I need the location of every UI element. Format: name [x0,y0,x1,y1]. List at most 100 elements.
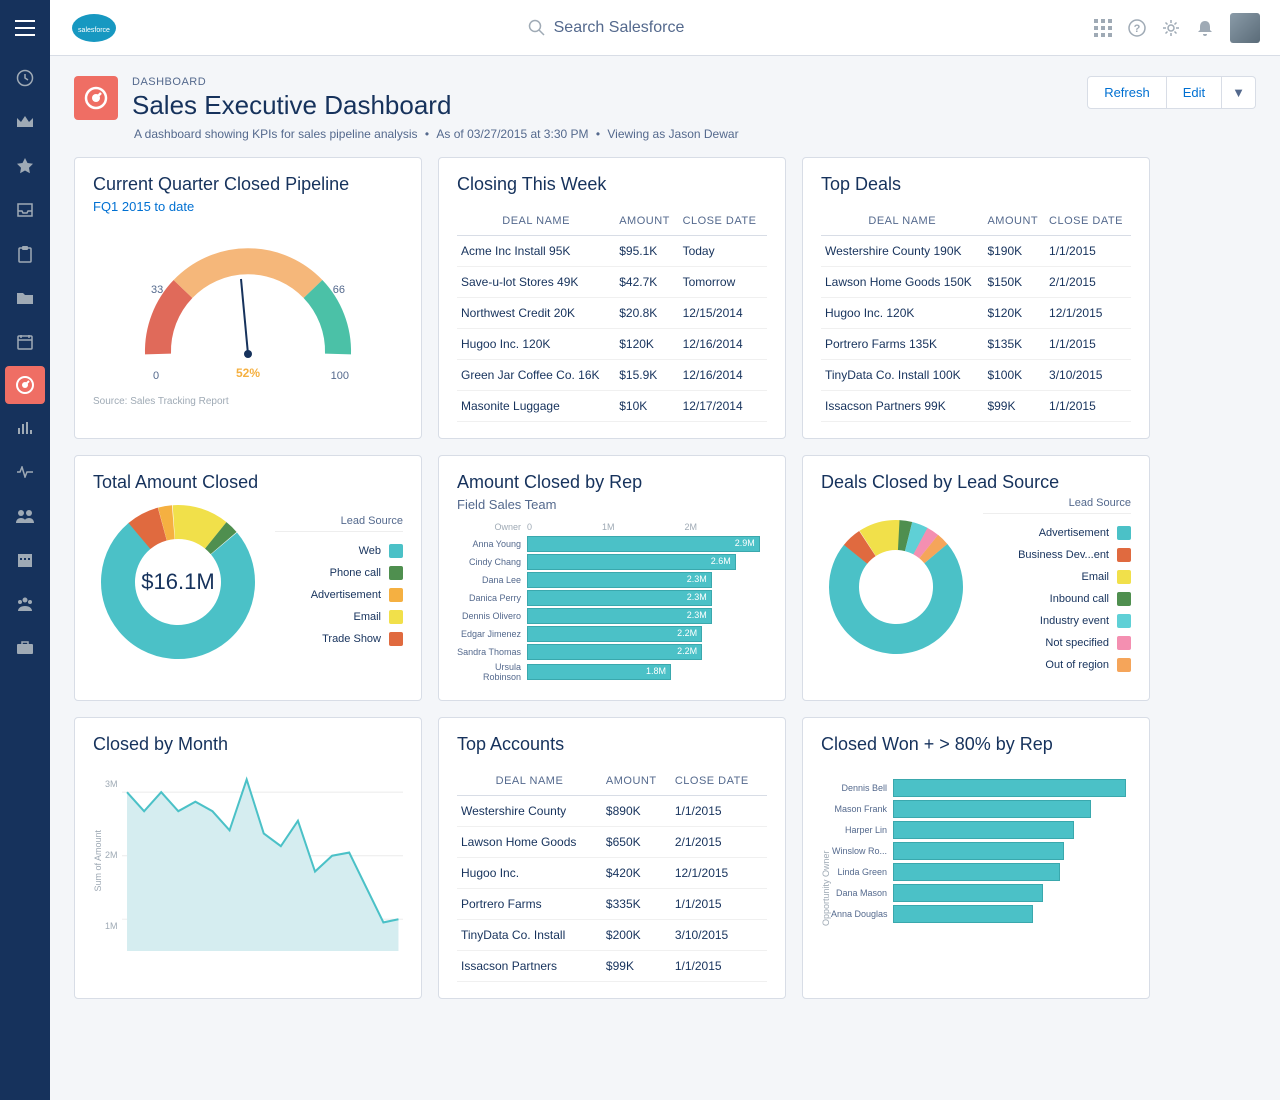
legend-item: Phone call [275,562,403,584]
bar-row: Danica Perry2.3M [457,590,767,606]
bar-row: Anna Douglas [831,905,1131,923]
line-chart: Sum of Amount 3M2M1M [93,771,403,951]
legend-item: Not specified [983,632,1131,654]
table-row[interactable]: Portrero Farms 135K$135K1/1/2015 [821,329,1131,360]
legend-item: Advertisement [983,522,1131,544]
search-input[interactable]: Search Salesforce [528,19,685,37]
donut-chart [821,512,971,662]
card-title: Total Amount Closed [93,472,403,493]
table-row[interactable]: Green Jar Coffee Co. 16K$15.9K12/16/2014 [457,360,767,391]
nav-group-icon[interactable] [0,582,50,626]
bar-row: Harper Lin [831,821,1131,839]
search-icon [528,19,546,37]
bar-row: Dana Mason [831,884,1131,902]
bar-row: Winslow Ro... [831,842,1131,860]
nav-people-icon[interactable] [0,494,50,538]
closing-week-table: DEAL NAME AMOUNT CLOSE DATE Acme Inc Ins… [457,205,767,422]
apps-icon[interactable] [1094,19,1112,37]
salesforce-logo[interactable]: salesforce [70,11,118,45]
table-row[interactable]: Issacson Partners 99K$99K1/1/2015 [821,391,1131,422]
page-label: DASHBOARD [132,76,1087,88]
table-row[interactable]: Hugoo Inc.$420K12/1/2015 [457,858,767,889]
bar-row: Dennis Bell [831,779,1131,797]
edit-button[interactable]: Edit [1167,76,1222,109]
bar-row: Anna Young2.9M [457,536,767,552]
nav-activity-icon[interactable] [0,450,50,494]
card-by-lead: Deals Closed by Lead Source [802,455,1150,701]
card-title: Amount Closed by Rep [457,472,767,493]
legend-item: Business Dev...ent [983,544,1131,566]
left-sidebar [0,0,50,1100]
more-button[interactable]: ▼ [1222,76,1256,109]
bar-row: Edgar Jimenez2.2M [457,626,767,642]
nav-folder-icon[interactable] [0,276,50,320]
card-by-month: Closed by Month Sum of Amount 3M2M1M [74,717,422,999]
table-row[interactable]: Masonite Luggage$10K12/17/2014 [457,391,767,422]
svg-text:salesforce: salesforce [78,27,110,34]
top-deals-table: DEAL NAME AMOUNT CLOSE DATE Westershire … [821,205,1131,422]
hbar-chart: Owner 01M2M Anna Young2.9MCindy Chang2.6… [457,522,767,682]
top-accounts-table: DEAL NAME AMOUNT CLOSE DATE Westershire … [457,765,767,982]
hbar-chart: Dennis Bell Mason Frank Harper Lin Winslow … [831,779,1131,926]
bell-icon[interactable] [1196,19,1214,37]
card-source: Source: Sales Tracking Report [93,396,403,407]
donut-center-value: $16.1M [141,569,214,595]
hamburger-icon[interactable] [0,0,50,56]
table-row[interactable]: Hugoo Inc. 120K$120K12/1/2015 [821,298,1131,329]
search-placeholder: Search Salesforce [554,19,685,37]
refresh-button[interactable]: Refresh [1087,76,1167,109]
table-row[interactable]: Westershire County$890K1/1/2015 [457,796,767,827]
table-row[interactable]: Lawson Home Goods$650K2/1/2015 [457,827,767,858]
card-title: Top Accounts [457,734,767,755]
table-row[interactable]: TinyData Co. Install$200K3/10/2015 [457,920,767,951]
table-row[interactable]: Northwest Credit 20K$20.8K12/15/2014 [457,298,767,329]
legend-item: Trade Show [275,628,403,650]
nav-clipboard-icon[interactable] [0,232,50,276]
card-closing-week: Closing This Week DEAL NAME AMOUNT CLOSE… [438,157,786,439]
card-subtitle: Field Sales Team [457,497,767,512]
card-top-accounts: Top Accounts DEAL NAME AMOUNT CLOSE DATE… [438,717,786,999]
legend-item: Web [275,540,403,562]
bar-row: Ursula Robinson1.8M [457,662,767,682]
nav-crown-icon[interactable] [0,100,50,144]
table-row[interactable]: Portrero Farms$335K1/1/2015 [457,889,767,920]
legend-item: Advertisement [275,584,403,606]
legend-item: Inbound call [983,588,1131,610]
nav-calendar-icon[interactable] [0,320,50,364]
table-row[interactable]: Lawson Home Goods 150K$150K2/1/2015 [821,267,1131,298]
table-row[interactable]: TinyData Co. Install 100K$100K3/10/2015 [821,360,1131,391]
card-title: Closed by Month [93,734,403,755]
bar-row: Dennis Olivero2.3M [457,608,767,624]
card-gauge: Current Quarter Closed Pipeline FQ1 2015… [74,157,422,439]
bar-row: Cindy Chang2.6M [457,554,767,570]
nav-inbox-icon[interactable] [0,188,50,232]
card-by-rep: Amount Closed by Rep Field Sales Team Ow… [438,455,786,701]
table-row[interactable]: Westershire County 190K$190K1/1/2015 [821,236,1131,267]
nav-briefcase-icon[interactable] [0,626,50,670]
donut-chart: $16.1M [93,497,263,667]
card-top-deals: Top Deals DEAL NAME AMOUNT CLOSE DATE We… [802,157,1150,439]
help-icon[interactable]: ? [1128,19,1146,37]
table-row[interactable]: Save-u-lot Stores 49K$42.7KTomorrow [457,267,767,298]
nav-schedule-icon[interactable] [0,538,50,582]
page-subtitle: A dashboard showing KPIs for sales pipel… [132,127,1087,141]
nav-recent-icon[interactable] [0,56,50,100]
dashboard-icon [74,76,118,120]
nav-star-icon[interactable] [0,144,50,188]
table-row[interactable]: Hugoo Inc. 120K$120K12/16/2014 [457,329,767,360]
card-closed-won: Closed Won + > 80% by Rep Opportunity Ow… [802,717,1150,999]
nav-reports-icon[interactable] [0,406,50,450]
svg-text:?: ? [1134,23,1141,35]
card-total-closed: Total Amount Closed $16.1M Lead S [74,455,422,701]
card-title: Top Deals [821,174,1131,195]
card-title: Current Quarter Closed Pipeline [93,174,403,195]
topbar: salesforce Search Salesforce ? [50,0,1280,56]
legend-item: Industry event [983,610,1131,632]
gear-icon[interactable] [1162,19,1180,37]
bar-row: Mason Frank [831,800,1131,818]
bar-row: Dana Lee2.3M [457,572,767,588]
table-row[interactable]: Issacson Partners$99K1/1/2015 [457,951,767,982]
user-avatar[interactable] [1230,13,1260,43]
table-row[interactable]: Acme Inc Install 95K$95.1KToday [457,236,767,267]
nav-dashboard-icon[interactable] [5,366,45,404]
